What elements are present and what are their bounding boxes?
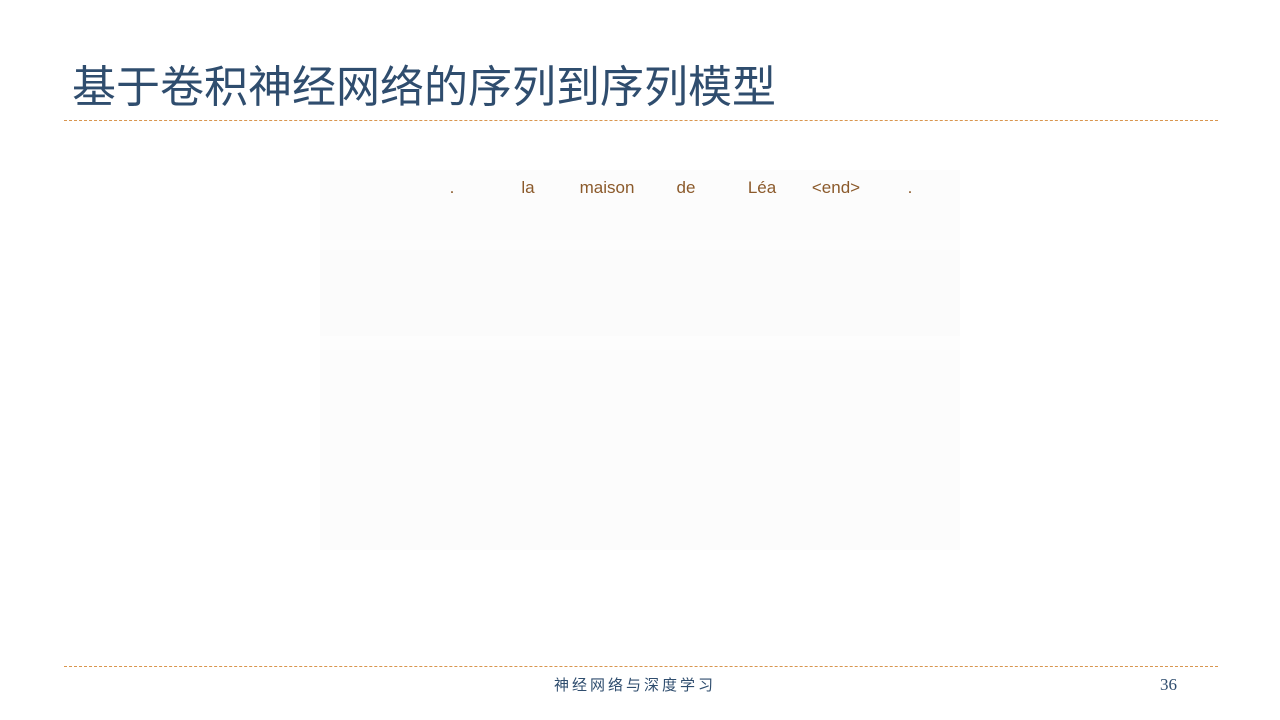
figure-decoder-band xyxy=(320,250,960,336)
output-token: Léa xyxy=(747,178,777,197)
output-token: de xyxy=(676,178,696,197)
header-divider xyxy=(64,120,1218,121)
page-number: 36 xyxy=(1160,675,1177,694)
output-token: maison xyxy=(579,178,635,197)
output-token: la xyxy=(521,178,535,197)
output-token: . xyxy=(907,178,913,197)
seq2seq-figure xyxy=(320,170,960,550)
figure-encoder-band xyxy=(320,350,960,550)
slide-title: 基于卷积神经网络的序列到序列模型 xyxy=(72,62,776,113)
footer-book-title: 神经网络与深度学习 xyxy=(553,676,716,694)
output-token: . xyxy=(449,178,455,197)
figure-output-band xyxy=(320,170,960,240)
footer-divider xyxy=(64,666,1218,667)
output-token: <end> xyxy=(811,178,861,197)
